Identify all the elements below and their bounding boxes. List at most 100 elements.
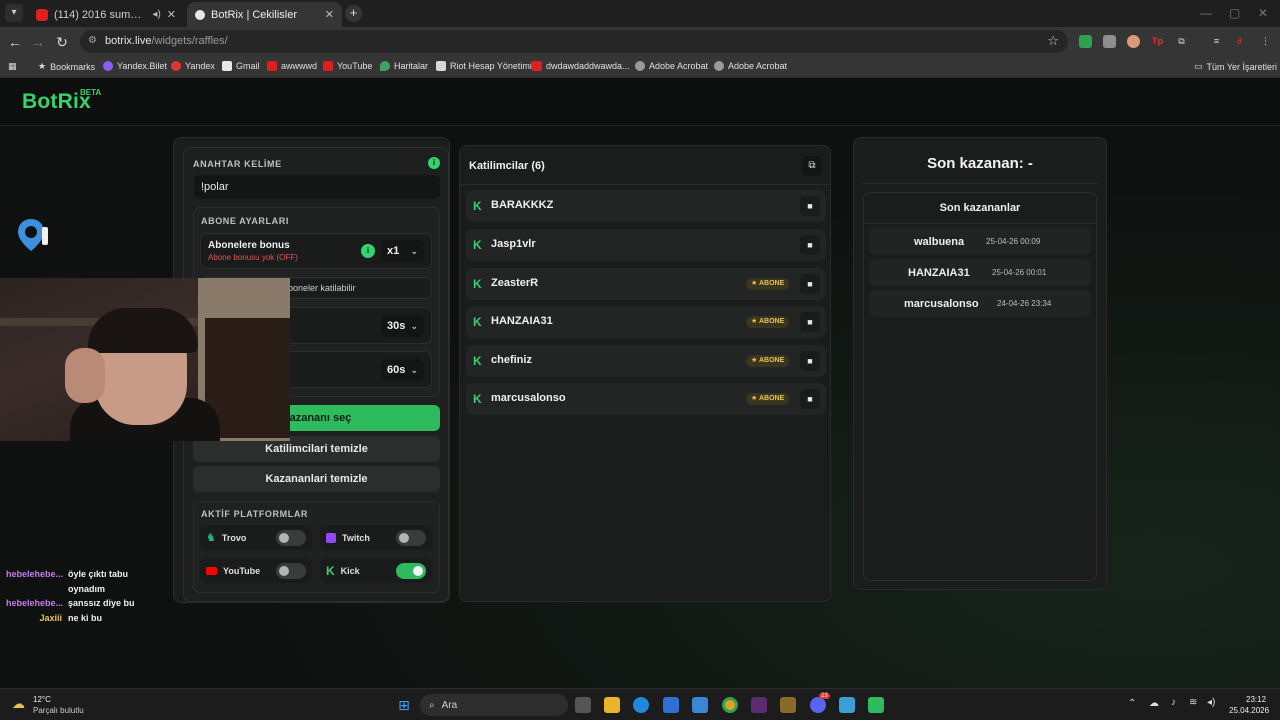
info-icon[interactable]: i: [428, 157, 440, 169]
youtube-icon: [206, 566, 217, 575]
back-icon[interactable]: ←: [6, 33, 24, 51]
close-tab-icon[interactable]: ✕: [167, 8, 176, 21]
media-icon[interactable]: ≡: [1210, 35, 1223, 48]
app-icon[interactable]: [751, 697, 767, 713]
duration-select-2[interactable]: 60s ⌄: [381, 359, 424, 381]
close-tab-icon[interactable]: ✕: [325, 8, 334, 21]
weather-icon[interactable]: ☁: [12, 696, 25, 712]
youtube-icon: [323, 61, 333, 71]
chat-message: hebelehebe... şanssız diye bu: [6, 598, 135, 608]
trash-icon[interactable]: ■: [800, 235, 820, 255]
clear-winners-button[interactable]: Kazananlari temizle: [193, 466, 440, 492]
bookmark-item[interactable]: awwwwd: [267, 61, 317, 71]
all-bookmarks-folder[interactable]: ▭ Tüm Yer İşaretleri: [1194, 61, 1277, 72]
trovo-toggle[interactable]: [276, 529, 306, 546]
maps-icon: [380, 61, 390, 71]
platform-kick: K Kick: [320, 558, 432, 583]
puzzle-icon[interactable]: ⧉: [1175, 35, 1188, 48]
microphone-icon[interactable]: ♪: [1171, 697, 1176, 708]
browser-tab-strip: ▾ (114) 2016 summer vibes - ◂) ✕ BotRix …: [0, 0, 1280, 27]
app-icon[interactable]: [780, 697, 796, 713]
extension-icon[interactable]: [1127, 35, 1140, 48]
bookmark-item[interactable]: ★ Bookmarks: [38, 61, 95, 72]
youtube-toggle[interactable]: [276, 562, 306, 579]
close-window-icon[interactable]: ✕: [1258, 6, 1268, 20]
app-icon[interactable]: [868, 697, 884, 713]
kick-toggle[interactable]: [396, 562, 426, 579]
divider: [460, 184, 830, 185]
tab-search-button[interactable]: ▾: [5, 4, 23, 22]
bookmark-item[interactable]: Riot Hesap Yönetimi: [436, 61, 532, 71]
trash-icon[interactable]: ■: [800, 351, 820, 371]
twitch-toggle[interactable]: [396, 529, 426, 546]
menu-icon[interactable]: ⋮: [1259, 35, 1272, 48]
bonus-multiplier-select[interactable]: x1 ⌄: [381, 240, 424, 262]
info-icon[interactable]: i: [361, 244, 375, 258]
platform-youtube: YouTube: [200, 558, 312, 583]
onedrive-icon[interactable]: ☁: [1149, 698, 1159, 709]
youtube-icon: [532, 61, 542, 71]
participant-row: K BARAKKKZ ■: [466, 190, 826, 222]
globe-icon: [714, 61, 724, 71]
star-icon: ★: [751, 357, 759, 364]
clock-time[interactable]: 23:12: [1246, 695, 1266, 704]
volume-icon[interactable]: ◂): [1207, 697, 1215, 708]
site-info-icon[interactable]: ⚙: [88, 35, 100, 47]
bookmark-item[interactable]: YouTube: [323, 61, 372, 71]
edge-icon[interactable]: [633, 697, 649, 713]
address-bar[interactable]: ⚙ botrix.live/widgets/raffles/ ☆: [80, 30, 1068, 53]
trovo-icon: ♞: [206, 532, 216, 544]
reload-icon[interactable]: ↻: [53, 33, 71, 51]
discord-icon[interactable]: [810, 697, 826, 713]
bookmark-item[interactable]: Adobe Acrobat: [714, 61, 787, 71]
extension-icon[interactable]: [1103, 35, 1116, 48]
keyword-input[interactable]: !polar: [194, 175, 440, 199]
trash-icon[interactable]: ■: [800, 196, 820, 216]
maximize-icon[interactable]: ▢: [1229, 6, 1240, 20]
apps-icon[interactable]: ▦: [8, 61, 17, 72]
mail-icon[interactable]: [692, 697, 708, 713]
minimize-icon[interactable]: —: [1200, 6, 1212, 20]
winner-row: HANZAIA31 25-04-26 00:01: [869, 259, 1091, 286]
task-view-icon[interactable]: [575, 697, 591, 713]
url-text[interactable]: botrix.live/widgets/raffles/: [105, 35, 228, 47]
bookmark-item[interactable]: Yandex: [171, 61, 215, 71]
copy-icon[interactable]: ⧉: [802, 156, 822, 176]
trash-icon[interactable]: ■: [800, 312, 820, 332]
bookmark-item[interactable]: Haritalar: [380, 61, 428, 71]
profile-icon[interactable]: ∂: [1233, 35, 1246, 48]
browser-tab-botrix[interactable]: BotRix | Cekilisler ✕: [187, 2, 342, 27]
app-icon[interactable]: [839, 697, 855, 713]
weather-temp[interactable]: 12°C: [33, 695, 51, 704]
winner-row: marcusalonso 24-04-26 23:34: [869, 290, 1091, 317]
file-explorer-icon[interactable]: [604, 697, 620, 713]
network-icon[interactable]: ≋: [1189, 697, 1197, 708]
new-tab-button[interactable]: +: [345, 5, 362, 22]
weather-desc[interactable]: Parçalı bulutlu: [33, 706, 84, 715]
trash-icon[interactable]: ■: [800, 274, 820, 294]
browser-tab-youtube[interactable]: (114) 2016 summer vibes - ◂) ✕: [28, 2, 184, 27]
trash-icon[interactable]: ■: [800, 389, 820, 409]
kick-icon: K: [473, 199, 482, 213]
browser-toolbar: ← → ↻ ⚙ botrix.live/widgets/raffles/ ☆ T…: [0, 27, 1280, 56]
shield-extension-icon[interactable]: [1079, 35, 1092, 48]
star-icon: ★: [751, 318, 759, 325]
extension-icon[interactable]: Tp: [1151, 35, 1164, 48]
bookmark-item[interactable]: dwdawdaddwawda...: [532, 61, 630, 71]
duration-select-1[interactable]: 30s ⌄: [381, 315, 424, 337]
star-icon: ★: [751, 395, 759, 402]
bookmark-item[interactable]: Adobe Acrobat: [635, 61, 708, 71]
bookmark-item[interactable]: Gmail: [222, 61, 260, 71]
bookmark-star-icon[interactable]: ☆: [1047, 33, 1059, 49]
clock-date[interactable]: 25.04.2026: [1229, 706, 1269, 715]
windows-start-icon[interactable]: ⊞: [396, 697, 412, 713]
forward-icon[interactable]: →: [29, 33, 47, 51]
speaker-icon[interactable]: ◂): [152, 9, 160, 20]
chrome-icon[interactable]: [722, 697, 738, 713]
bookmark-item[interactable]: Yandex.Bilet: [103, 61, 167, 71]
store-icon[interactable]: [663, 697, 679, 713]
chat-message: Jaxiii ne ki bu: [39, 613, 103, 623]
taskbar-search[interactable]: ⌕ Ara: [420, 694, 568, 716]
chevron-up-icon[interactable]: ⌃: [1128, 698, 1136, 709]
divider: [862, 183, 1098, 184]
